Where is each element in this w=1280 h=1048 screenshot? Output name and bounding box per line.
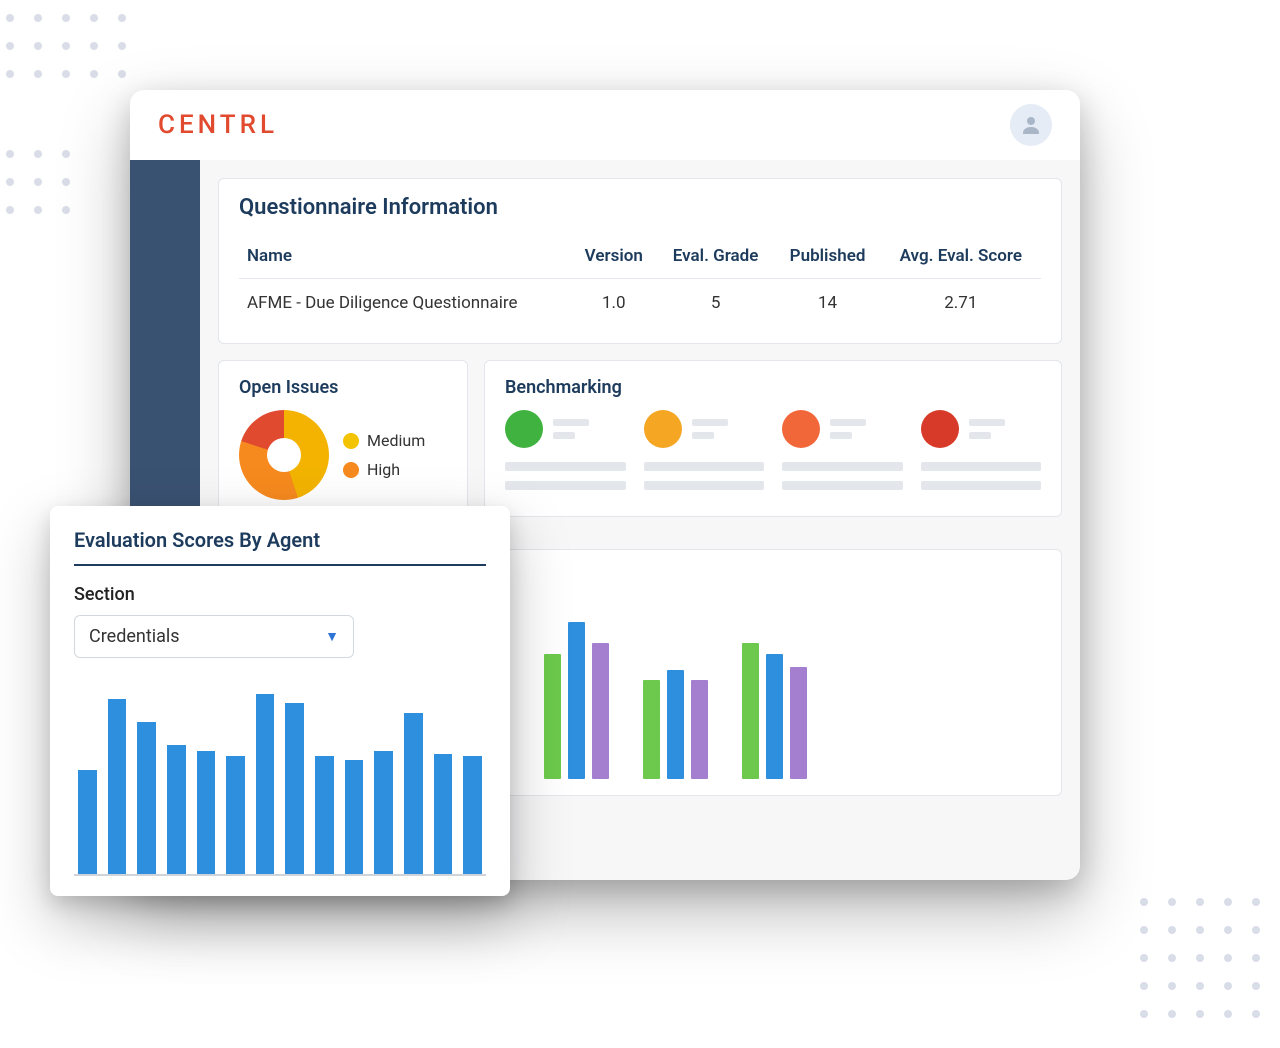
chart-bar	[790, 667, 807, 779]
benchmarking-item	[505, 410, 626, 448]
evaluation-scores-card: Evaluation Scores By Agent Section Crede…	[50, 506, 510, 896]
card-title: Evaluation Scores By Agent	[74, 528, 486, 566]
chart-bar	[434, 754, 453, 874]
chart-bar	[345, 760, 364, 874]
chart-bar	[285, 703, 304, 874]
decorative-dots	[1140, 898, 1260, 1018]
evaluation-scores-chart	[74, 676, 486, 876]
open-issues-legend: Medium High	[343, 431, 425, 479]
chart-bar	[167, 745, 186, 874]
benchmarking-item	[644, 410, 765, 448]
benchmarking-item	[921, 410, 1042, 448]
chart-bar	[766, 654, 783, 779]
chart-bar	[691, 680, 708, 779]
legend-item-high: High	[343, 460, 425, 479]
benchmarking-status-row	[505, 410, 1041, 448]
cell-grade: 5	[657, 279, 775, 328]
decorative-dots	[6, 14, 126, 78]
th-avg: Avg. Eval. Score	[881, 234, 1041, 279]
chart-bar	[568, 622, 585, 779]
chart-bar	[742, 643, 759, 779]
status-circle-icon	[921, 410, 959, 448]
th-grade: Eval. Grade	[657, 234, 775, 279]
chart-bar	[643, 680, 660, 779]
chart-bar-group	[544, 622, 609, 779]
chart-bar	[404, 713, 423, 875]
titlebar: CENTRL	[130, 90, 1080, 160]
chart-bar	[108, 699, 127, 874]
questionnaire-table: Name Version Eval. Grade Published Avg. …	[239, 234, 1041, 327]
table-row: AFME - Due Diligence Questionnaire 1.0 5…	[239, 279, 1041, 328]
select-value: Credentials	[89, 626, 180, 647]
legend-item-medium: Medium	[343, 431, 425, 450]
th-version: Version	[571, 234, 657, 279]
cell-published: 14	[774, 279, 880, 328]
brand-logo: CENTRL	[158, 110, 278, 140]
chart-bar	[592, 643, 609, 779]
card-title: Questionnaire Information	[239, 195, 1041, 220]
chart-bar	[374, 751, 393, 875]
card-title: Benchmarking	[505, 377, 1041, 398]
benchmarking-placeholder-grid	[505, 462, 1041, 490]
chart-bar-group	[742, 643, 807, 779]
benchmarking-card: Benchmarking	[484, 360, 1062, 517]
status-circle-icon	[782, 410, 820, 448]
th-name: Name	[239, 234, 571, 279]
chart-bar	[226, 756, 245, 874]
chart-bar	[137, 722, 156, 874]
section-select[interactable]: Credentials ▼	[74, 615, 354, 658]
legend-label: Medium	[367, 431, 425, 450]
cell-avg: 2.71	[881, 279, 1041, 328]
th-published: Published	[774, 234, 880, 279]
chart-bar	[544, 654, 561, 779]
open-issues-donut-chart	[239, 410, 329, 500]
questionnaire-info-card: Questionnaire Information Name Version E…	[218, 178, 1062, 344]
status-circle-icon	[644, 410, 682, 448]
section-label: Section	[74, 584, 486, 605]
legend-dot	[343, 462, 359, 478]
cell-name: AFME - Due Diligence Questionnaire	[239, 279, 571, 328]
chevron-down-icon: ▼	[325, 628, 339, 645]
chart-bar	[315, 756, 334, 874]
chart-bar	[78, 770, 97, 875]
chart-bar-group	[643, 670, 708, 779]
legend-label: High	[367, 460, 400, 479]
chart-bar	[667, 670, 684, 779]
chart-bar	[256, 694, 275, 875]
chart-bar	[197, 751, 216, 875]
benchmarking-item	[782, 410, 903, 448]
chart-bar	[463, 756, 482, 874]
card-title: Open Issues	[239, 377, 447, 398]
status-circle-icon	[505, 410, 543, 448]
cell-version: 1.0	[571, 279, 657, 328]
decorative-dots	[6, 150, 70, 214]
open-issues-card: Open Issues Medium High	[218, 360, 468, 517]
legend-dot	[343, 433, 359, 449]
avatar[interactable]	[1010, 104, 1052, 146]
